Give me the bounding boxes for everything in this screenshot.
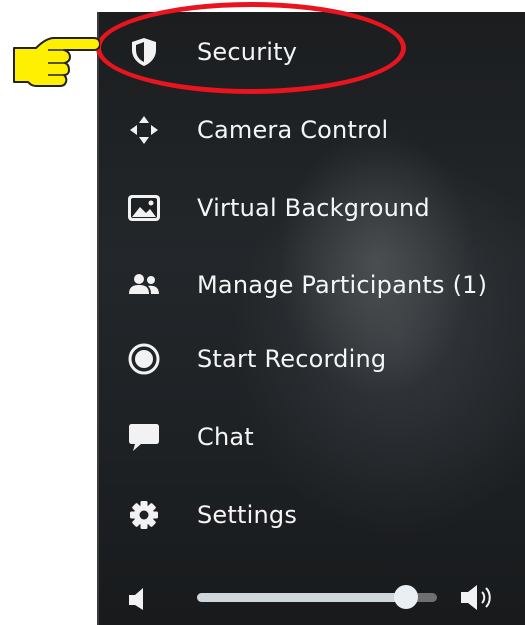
menu-item-label: Chat (197, 423, 254, 451)
volume-low-icon[interactable] (123, 586, 153, 612)
menu-item-virtual-background[interactable]: Virtual Background (97, 179, 525, 237)
menu-item-start-recording[interactable]: Start Recording (97, 330, 525, 388)
volume-control (97, 572, 525, 622)
pointing-hand-icon (8, 30, 101, 94)
highlight-ellipse (96, 2, 406, 94)
menu-item-label: Camera Control (197, 116, 389, 144)
gear-icon (127, 498, 161, 532)
volume-high-icon[interactable] (459, 582, 499, 612)
volume-slider-thumb[interactable] (393, 585, 418, 609)
camera-control-icon (127, 113, 161, 147)
participants-icon (127, 268, 161, 302)
volume-slider[interactable] (197, 585, 437, 609)
menu-item-label: Manage Participants (1) (197, 271, 488, 299)
menu-item-settings[interactable]: Settings (97, 486, 525, 544)
menu-item-manage-participants[interactable]: Manage Participants (1) (97, 256, 525, 314)
record-icon (127, 342, 161, 376)
volume-slider-fill (197, 593, 406, 602)
menu-item-label: Settings (197, 501, 298, 529)
menu-item-camera-control[interactable]: Camera Control (97, 101, 525, 159)
menu-item-label: Virtual Background (197, 194, 430, 222)
menu-item-label: Start Recording (197, 345, 387, 373)
menu-item-chat[interactable]: Chat (97, 408, 525, 466)
meeting-more-menu: Security Camera Control Virtual Backgrou… (97, 12, 525, 625)
chat-icon (127, 420, 161, 454)
virtual-background-icon (127, 191, 161, 225)
